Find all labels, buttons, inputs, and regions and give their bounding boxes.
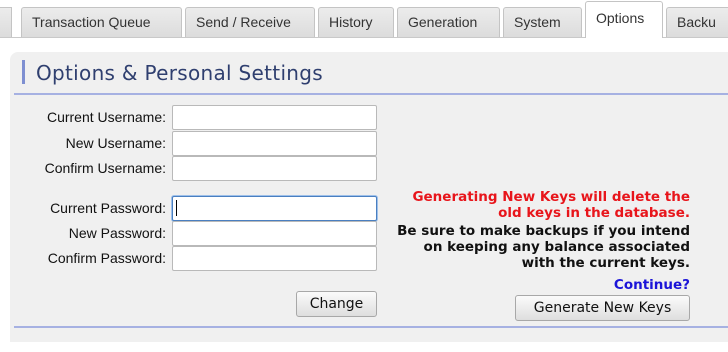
tab-transaction-queue[interactable]: Transaction Queue [21, 7, 182, 37]
confirm-username-field[interactable] [172, 156, 377, 181]
tab-history[interactable]: History [318, 7, 394, 37]
current-password-label: Current Password: [50, 200, 166, 216]
tab-backup[interactable]: Backu [666, 7, 728, 37]
tab-label: Send / Receive [196, 14, 291, 30]
heading-accent-bar [22, 60, 25, 84]
generate-new-keys-button[interactable]: Generate New Keys [515, 295, 690, 321]
current-username-field[interactable] [172, 105, 377, 130]
bottom-divider [14, 326, 728, 328]
tab-system[interactable]: System [503, 7, 582, 37]
tab-strip: Transaction Queue Send / Receive History… [0, 0, 728, 38]
tab-overflow-left [0, 7, 12, 37]
continue-prompt: Continue? [613, 277, 690, 293]
confirm-password-label: Confirm Password: [47, 250, 166, 266]
tab-label: History [329, 14, 373, 30]
confirm-username-label: Confirm Username: [44, 160, 166, 176]
current-username-label: Current Username: [46, 109, 166, 125]
heading-divider [14, 93, 728, 95]
confirm-password-field[interactable] [172, 246, 377, 271]
tab-options[interactable]: Options [585, 1, 663, 38]
info-line-2: on keeping any balance associated [423, 239, 690, 255]
warning-line-1: Generating New Keys will delete the [412, 189, 690, 205]
tab-send-receive[interactable]: Send / Receive [185, 7, 315, 37]
new-password-label: New Password: [68, 225, 166, 241]
tab-generation[interactable]: Generation [397, 7, 500, 37]
current-password-field[interactable] [172, 196, 377, 221]
tab-label: Options [596, 10, 645, 26]
new-password-field[interactable] [172, 221, 377, 246]
tab-label: Transaction Queue [32, 14, 151, 30]
info-line-3: with the current keys. [521, 255, 690, 271]
change-button[interactable]: Change [296, 291, 377, 317]
text-caret [176, 200, 177, 216]
tab-label: Backu [677, 14, 716, 30]
warning-line-2: old keys in the database. [498, 205, 690, 221]
tab-baseline-right [663, 37, 728, 38]
info-line-1: Be sure to make backups if you intend [397, 223, 690, 239]
tab-label: Generation [408, 14, 478, 30]
tab-baseline-left [0, 37, 585, 38]
new-username-label: New Username: [65, 135, 166, 151]
new-username-field[interactable] [172, 131, 377, 156]
tab-label: System [514, 14, 561, 30]
page-title: Options & Personal Settings [36, 61, 323, 85]
